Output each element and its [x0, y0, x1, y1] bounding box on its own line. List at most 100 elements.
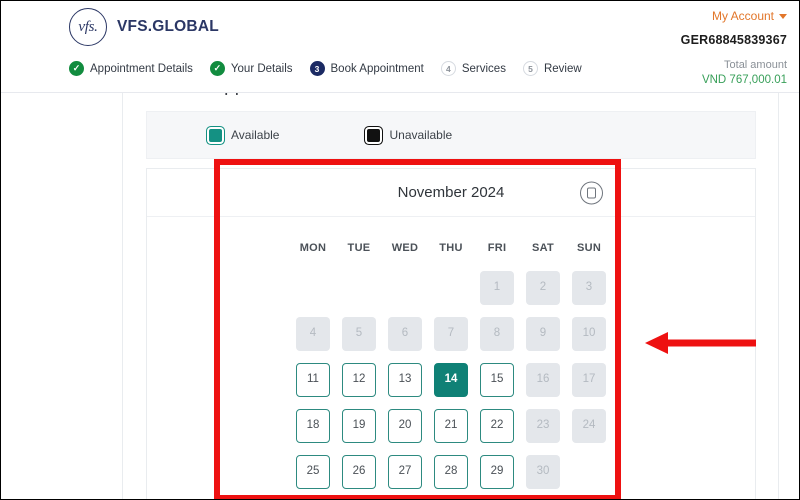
- calendar-cell: 10: [566, 311, 612, 357]
- step-badge-2: ✓: [209, 61, 225, 76]
- step-badge-1: ✓: [69, 61, 84, 76]
- day-placeholder: [388, 271, 422, 305]
- total-amount-label: Total amount: [724, 59, 787, 71]
- step-badge-3: 3: [309, 61, 325, 76]
- step-badge-5: 5: [522, 61, 538, 76]
- day-14-selected[interactable]: 14: [434, 363, 468, 397]
- step-badge-4: 4: [440, 61, 456, 76]
- legend-label-available: Available: [231, 128, 280, 142]
- day-22-available[interactable]: 22: [480, 409, 514, 443]
- calendar-cell: 29: [474, 449, 520, 495]
- step-label-2: Your Details: [230, 62, 293, 75]
- calendar-cell: [336, 265, 382, 311]
- day-25-available[interactable]: 25: [296, 455, 330, 489]
- day-1-disabled: 1: [480, 271, 514, 305]
- day-26-available[interactable]: 26: [342, 455, 376, 489]
- calendar-cell: 14: [428, 357, 474, 403]
- brand[interactable]: vfs. VFS.GLOBAL: [69, 8, 219, 46]
- calendar-cell: 23: [520, 403, 566, 449]
- my-account-menu[interactable]: My Account: [712, 9, 787, 23]
- calendar-cell: 26: [336, 449, 382, 495]
- step-label-1: Appointment Details: [90, 62, 193, 75]
- day-13-available[interactable]: 13: [388, 363, 422, 397]
- total-amount: Total amount VND 767,000.01: [702, 58, 787, 88]
- day-19-available[interactable]: 19: [342, 409, 376, 443]
- day-27-available[interactable]: 27: [388, 455, 422, 489]
- weekday-cell: MON: [290, 231, 336, 265]
- calendar-cell: 1: [474, 265, 520, 311]
- day-placeholder: [296, 271, 330, 305]
- day-24-disabled: 24: [572, 409, 606, 443]
- step-label-3: Book Appointment: [330, 62, 424, 75]
- day-20-available[interactable]: 20: [388, 409, 422, 443]
- step-4[interactable]: 4 Services: [440, 61, 506, 76]
- annotation-arrow-icon: [645, 332, 756, 354]
- calendar-month-label: November 2024: [397, 184, 505, 201]
- calendar-week-row: 25 26 27 28 29 30: [147, 449, 755, 495]
- weekday-cell: SAT: [520, 231, 566, 265]
- legend-item-available: Available: [209, 128, 279, 142]
- chevron-down-icon: [779, 13, 787, 19]
- calendar-week-row: 11 12 13 14 15 16 17: [147, 357, 755, 403]
- day-placeholder: [342, 271, 376, 305]
- day-3-disabled: 3: [572, 271, 606, 305]
- calendar-cell: 13: [382, 357, 428, 403]
- day-7-disabled: 7: [434, 317, 468, 351]
- weekday-cell: WED: [382, 231, 428, 265]
- calendar-cell: 27: [382, 449, 428, 495]
- weekday-label-sun: SUN: [576, 242, 602, 254]
- day-17-disabled: 17: [572, 363, 606, 397]
- availability-legend: Available Unavailable: [146, 111, 756, 159]
- step-1[interactable]: ✓ Appointment Details: [69, 61, 193, 76]
- calendar-cell: 11: [290, 357, 336, 403]
- unavailable-swatch-icon: [367, 128, 381, 142]
- calendar-grid: MON TUE WED THU FRI SAT SUN 1 2 3 4 5 6 7 8 9 10 11 12 13 1…: [147, 217, 755, 495]
- weekday-label-sat: SAT: [531, 242, 555, 254]
- calendar-cell: [428, 265, 474, 311]
- brand-name: VFS.GLOBAL: [117, 18, 219, 35]
- day-2-disabled: 2: [526, 271, 560, 305]
- step-3[interactable]: 3 Book Appointment: [309, 61, 424, 76]
- step-2[interactable]: ✓ Your Details: [209, 61, 293, 76]
- calendar-cell: 16: [520, 357, 566, 403]
- weekday-cell: FRI: [474, 231, 520, 265]
- calendar-cell: 3: [566, 265, 612, 311]
- calendar-cell: 22: [474, 403, 520, 449]
- calendar-week-row: 18 19 20 21 22 23 24: [147, 403, 755, 449]
- calendar-cell: 18: [290, 403, 336, 449]
- day-4-disabled: 4: [296, 317, 330, 351]
- calendar-cell: [290, 265, 336, 311]
- calendar-view-toggle-icon[interactable]: [580, 181, 603, 204]
- day-28-available[interactable]: 28: [434, 455, 468, 489]
- weekday-label-wed: WED: [391, 242, 419, 254]
- screen: Pick an appointment date Available Unava…: [0, 0, 800, 500]
- day-placeholder: [434, 271, 468, 305]
- day-23-disabled: 23: [526, 409, 560, 443]
- available-swatch-icon: [209, 128, 222, 142]
- step-5[interactable]: 5 Review: [522, 61, 582, 76]
- day-15-available[interactable]: 15: [480, 363, 514, 397]
- step-label-5: Review: [543, 62, 582, 75]
- legend-label-unavailable: Unavailable: [389, 128, 453, 142]
- calendar-glyph: [587, 187, 596, 198]
- day-18-available[interactable]: 18: [296, 409, 330, 443]
- calendar-cell: [566, 449, 612, 495]
- progress-steps: ✓ Appointment Details ✓ Your Details 3 Book A…: [69, 61, 582, 76]
- day-placeholder: [572, 455, 606, 489]
- day-10-disabled: 10: [572, 317, 606, 351]
- weekday-cell: TUE: [336, 231, 382, 265]
- calendar-cell: [382, 265, 428, 311]
- site-header: vfs. VFS.GLOBAL My Account GER6884583936…: [1, 1, 799, 93]
- calendar-cell: 17: [566, 357, 612, 403]
- day-11-available[interactable]: 11: [296, 363, 330, 397]
- day-12-available[interactable]: 12: [342, 363, 376, 397]
- calendar-weeks: 1 2 3 4 5 6 7 8 9 10 11 12 13 14 15 16 17 18 19 20 21 22 23 24 2…: [147, 265, 755, 495]
- calendar-cell: 4: [290, 311, 336, 357]
- calendar-cell: 5: [336, 311, 382, 357]
- day-8-disabled: 8: [480, 317, 514, 351]
- day-21-available[interactable]: 21: [434, 409, 468, 443]
- day-29-available[interactable]: 29: [480, 455, 514, 489]
- calendar-cell: 8: [474, 311, 520, 357]
- calendar-cell: 7: [428, 311, 474, 357]
- weekday-cell: SUN: [566, 231, 612, 265]
